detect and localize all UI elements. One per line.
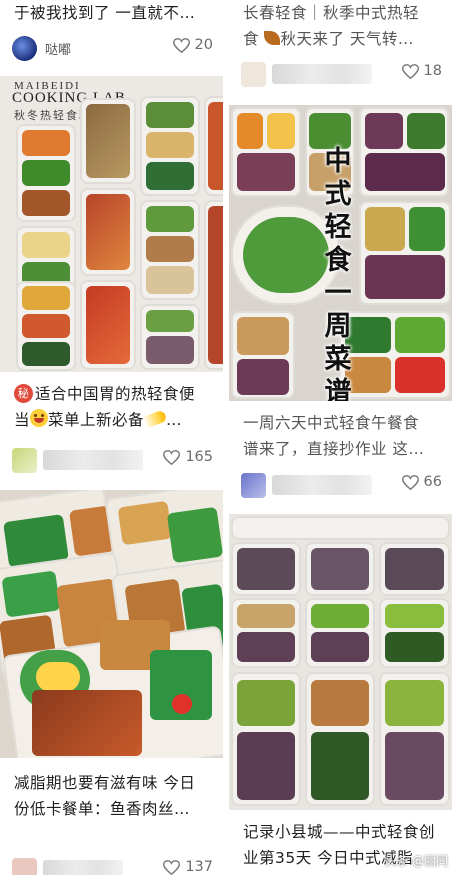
note-meta: 66 [229, 471, 452, 499]
like-count: 165 [185, 449, 213, 465]
like-count: 66 [423, 474, 442, 490]
title-line-2a: 当 [14, 411, 31, 429]
like-button[interactable]: 18 [401, 63, 442, 79]
note-meta: 哒嘟 20 [0, 34, 223, 62]
author-name[interactable] [43, 860, 123, 875]
watermark: 头条 @丽同 [384, 854, 448, 868]
user-avatar-icon[interactable] [12, 35, 37, 61]
note-title: 长春轻食｜秋季中式热轻 食 秋天来了 天气转… [229, 0, 427, 52]
heart-outline-icon [172, 37, 190, 53]
autumn-leaf-emoji-icon [264, 31, 281, 45]
note-title: 减脂期也要有滋有味 今日 份低卡餐单：鱼香肉丝… [0, 770, 203, 822]
secret-badge-icon: 秘 [14, 384, 33, 403]
heart-outline-icon [401, 63, 419, 79]
title-line-2c: … [166, 411, 183, 429]
title-line-1: 一周六天中式轻食午餐食 [243, 414, 420, 432]
note-card[interactable]: MAIBEIDI COOKING LAB 秋冬热轻食料理 秘 适合中国胃的热轻食… [0, 76, 223, 481]
title-line-1: 记录小县城——中式轻食创 [243, 823, 436, 841]
note-cover-image[interactable]: 中式轻食一周菜谱 [229, 105, 452, 401]
user-avatar-icon[interactable] [241, 472, 266, 498]
title-line-1: 减脂期也要有滋有味 今日 [14, 774, 196, 792]
like-count: 18 [423, 63, 442, 79]
title-line-2: 谱来了，直接抄作业 这… [243, 440, 425, 458]
user-avatar-icon[interactable] [12, 447, 37, 473]
note-card[interactable]: 记录小县城——中式轻食创 业第35天 今日中式减脂 头条 @丽同 [229, 514, 452, 875]
title-line-2b: 秋天来了 天气转… [280, 30, 414, 48]
note-meta: 165 [0, 446, 223, 474]
author-name[interactable] [272, 64, 372, 84]
like-button[interactable]: 66 [401, 474, 442, 490]
author-name[interactable]: 哒嘟 [45, 39, 71, 58]
heart-outline-icon [163, 449, 181, 465]
note-title: 秘适合中国胃的热轻食便 当菜单上新必备 … [0, 381, 203, 433]
title-line-2a: 食 [243, 30, 260, 48]
author-name[interactable] [272, 475, 372, 495]
title-line-1: 长春轻食｜秋季中式热轻 [243, 4, 420, 22]
note-card[interactable]: 中式轻食一周菜谱 一周六天中式轻食午餐食 谱来了，直接抄作业 这… 66 [229, 105, 452, 505]
note-card[interactable]: 减脂期也要有滋有味 今日 份低卡餐单：鱼香肉丝… 137 [0, 490, 223, 875]
smile-emoji-icon [30, 409, 49, 427]
like-count: 20 [194, 37, 213, 53]
like-button[interactable]: 165 [163, 449, 213, 465]
like-count: 137 [185, 859, 213, 875]
note-cover-image[interactable] [0, 490, 223, 758]
like-button[interactable]: 20 [172, 37, 213, 53]
note-meta: 18 [229, 60, 452, 88]
title-line-2b: 菜单上新必备 [48, 411, 145, 429]
note-cover-image[interactable] [229, 514, 452, 810]
note-meta: 137 [0, 856, 223, 875]
user-avatar-icon[interactable] [241, 61, 266, 87]
author-name[interactable] [43, 450, 143, 470]
like-button[interactable]: 137 [163, 859, 213, 875]
note-card[interactable]: 于被我找到了 一直就不… 哒嘟 20 [0, 0, 223, 72]
title-line-2: 份低卡餐单：鱼香肉丝… [14, 800, 191, 818]
sparkle-emoji-icon [142, 409, 168, 429]
image-overlay-title: 中式轻食一周菜谱 [324, 146, 352, 401]
title-line-1: 适合中国胃的热轻食便 [35, 385, 196, 403]
user-avatar-icon[interactable] [12, 857, 37, 875]
note-card[interactable]: 长春轻食｜秋季中式热轻 食 秋天来了 天气转… 18 [229, 0, 452, 96]
note-cover-image[interactable]: MAIBEIDI COOKING LAB 秋冬热轻食料理 [0, 76, 223, 372]
note-title: 于被我找到了 一直就不… [14, 4, 196, 22]
note-title: 一周六天中式轻食午餐食 谱来了，直接抄作业 这… [229, 410, 432, 462]
heart-outline-icon [163, 859, 181, 875]
heart-outline-icon [401, 474, 419, 490]
